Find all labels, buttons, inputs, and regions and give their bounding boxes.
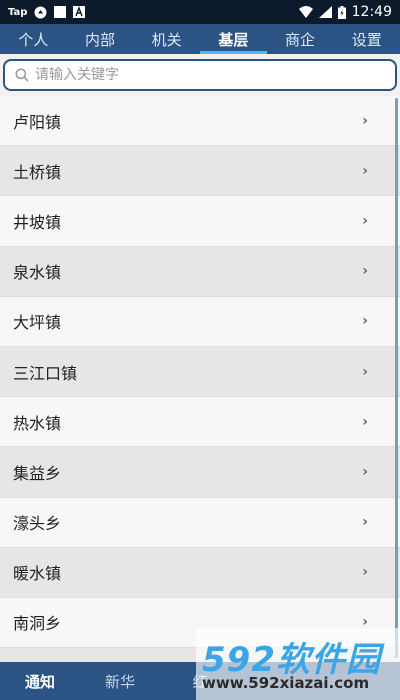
notification-a-icon <box>73 6 86 18</box>
chevron-right-icon: › <box>362 564 368 581</box>
sync-icon <box>34 6 47 18</box>
tab-label: 内部 <box>85 30 116 49</box>
list-item-label: 濠头乡 <box>13 514 62 534</box>
tab-settings[interactable]: 设置 <box>333 24 400 54</box>
tap-icon: Tap <box>8 6 28 18</box>
list-item[interactable]: 卢阳镇 › <box>0 96 400 147</box>
chevron-right-icon: › <box>362 162 368 179</box>
battery-icon <box>337 5 346 19</box>
wifi-icon <box>298 6 313 18</box>
tab-personal[interactable]: 个人 <box>0 24 67 54</box>
tab-agency[interactable]: 机关 <box>133 24 200 54</box>
list-item[interactable]: 濠头乡 › <box>0 497 400 548</box>
list-item-label: 热水镇 <box>13 413 62 433</box>
list-item-label: 泉水镇 <box>13 263 62 283</box>
list-item[interactable]: 泉水镇 › <box>0 246 400 297</box>
tab-notice[interactable]: 通知 <box>0 671 80 692</box>
top-tab-bar: 个人 内部 机关 基层 商企 设置 <box>0 24 400 54</box>
list-item[interactable]: 三江口镇 › <box>0 346 400 398</box>
list-item[interactable]: 集益乡 › <box>0 447 400 498</box>
list-item-label: 大坪镇 <box>13 313 62 333</box>
chevron-right-icon: › <box>362 514 368 531</box>
status-left: Tap <box>8 6 86 19</box>
status-time: 12:49 <box>351 4 392 20</box>
list-item[interactable]: 大坪镇 › <box>0 296 400 347</box>
square-icon <box>54 6 67 18</box>
watermark-url: www.592xiazai.com <box>202 674 370 692</box>
search-input[interactable] <box>35 67 355 83</box>
list-item[interactable]: 井坡镇 › <box>0 196 400 247</box>
chevron-right-icon: › <box>362 363 368 380</box>
list-item[interactable]: 暖水镇 › <box>0 547 400 598</box>
tab-label: 新华 <box>104 672 135 691</box>
signal-icon <box>318 6 332 18</box>
status-right: 12:49 <box>298 4 392 20</box>
tab-label: 设置 <box>351 30 382 49</box>
tab-label: 通知 <box>24 672 55 691</box>
list-item-label: 土桥镇 <box>13 162 62 182</box>
list-item-label: 卢阳镇 <box>13 112 62 132</box>
tab-xinhua[interactable]: 新华 <box>80 671 160 692</box>
status-bar: Tap 12:49 <box>0 0 400 24</box>
list-item-label: 井坡镇 <box>13 212 62 232</box>
watermark: 592软件园 www.592xiazai.com <box>196 628 400 700</box>
scrollbar[interactable] <box>395 98 398 658</box>
tab-label: 机关 <box>151 30 182 49</box>
list-item[interactable]: 土桥镇 › <box>0 146 400 197</box>
list-item[interactable]: 热水镇 › <box>0 397 400 448</box>
tab-business[interactable]: 商企 <box>267 24 334 54</box>
tab-label: 个人 <box>18 30 49 49</box>
chevron-right-icon: › <box>362 463 368 480</box>
tab-label: 基层 <box>218 30 249 49</box>
tab-grassroots[interactable]: 基层 <box>200 24 267 54</box>
tab-label: 商企 <box>285 30 316 49</box>
chevron-right-icon: › <box>362 413 368 430</box>
search-icon <box>15 68 29 82</box>
tab-internal[interactable]: 内部 <box>67 24 134 54</box>
search-box[interactable] <box>3 59 397 91</box>
list-item-label: 暖水镇 <box>13 564 62 584</box>
town-list: 卢阳镇 › 土桥镇 › 井坡镇 › 泉水镇 › 大坪镇 › 三江口镇 › 热水镇… <box>0 96 400 662</box>
chevron-right-icon: › <box>362 112 368 129</box>
list-item-label: 集益乡 <box>13 463 62 483</box>
chevron-right-icon: › <box>362 263 368 280</box>
search-area <box>0 54 400 96</box>
chevron-right-icon: › <box>362 313 368 330</box>
chevron-right-icon: › <box>362 212 368 229</box>
list-item-label: 三江口镇 <box>13 363 78 383</box>
